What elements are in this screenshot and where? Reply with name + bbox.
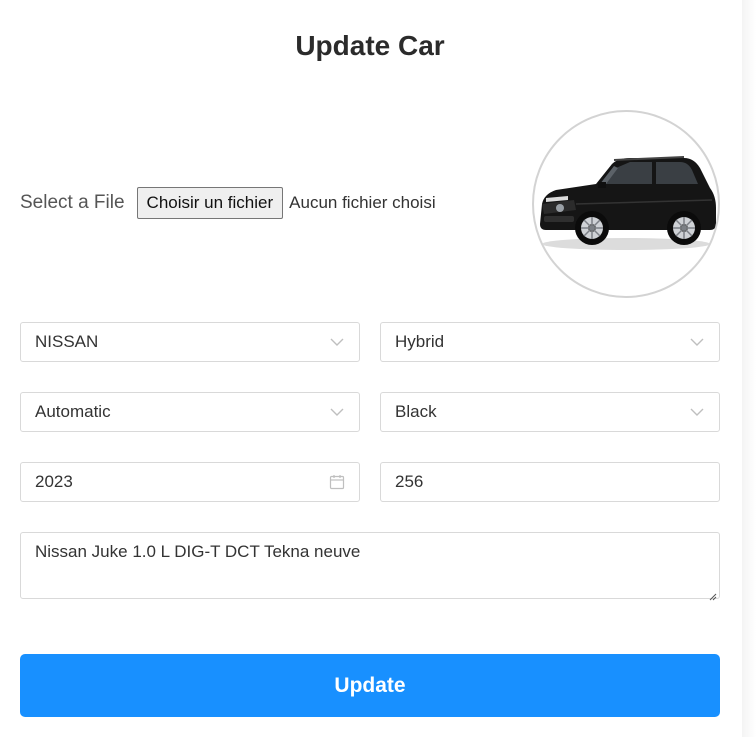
update-car-page: Update Car Select a File Choisir un fich…: [0, 0, 756, 737]
brand-value: NISSAN: [35, 332, 99, 351]
file-upload-label: Select a File: [20, 192, 125, 213]
transmission-select[interactable]: Automatic: [20, 392, 360, 432]
file-upload-row: Select a File Choisir un fichier Aucun f…: [20, 186, 436, 220]
page-title: Update Car: [295, 30, 445, 61]
year-picker[interactable]: 2023: [20, 462, 360, 502]
description-textarea[interactable]: Nissan Juke 1.0 L DIG-T DCT Tekna neuve: [20, 532, 720, 601]
chevron-down-icon: [689, 334, 705, 350]
description-value: Nissan Juke 1.0 L DIG-T DCT Tekna neuve: [35, 542, 361, 561]
file-status-text: Aucun fichier choisi: [289, 193, 436, 212]
chevron-down-icon: [689, 404, 705, 420]
color-value: Black: [395, 402, 437, 421]
fuel-type-select[interactable]: Hybrid: [380, 322, 720, 362]
year-value: 2023: [35, 472, 73, 491]
chevron-down-icon: [329, 334, 345, 350]
power-value: 256: [395, 472, 424, 491]
car-image-preview: [532, 110, 720, 298]
update-button[interactable]: Update: [20, 654, 720, 717]
chevron-down-icon: [329, 404, 345, 420]
fuel-type-value: Hybrid: [395, 332, 445, 351]
power-input[interactable]: 256: [380, 462, 720, 502]
car-photo: [540, 156, 716, 250]
calendar-icon[interactable]: [329, 474, 345, 490]
resize-handle-icon[interactable]: [707, 586, 717, 601]
color-select[interactable]: Black: [380, 392, 720, 432]
brand-select[interactable]: NISSAN: [20, 322, 360, 362]
choose-file-button[interactable]: Choisir un fichier: [136, 187, 284, 219]
transmission-value: Automatic: [35, 402, 111, 421]
scroll-edge-shadow: [742, 0, 756, 737]
